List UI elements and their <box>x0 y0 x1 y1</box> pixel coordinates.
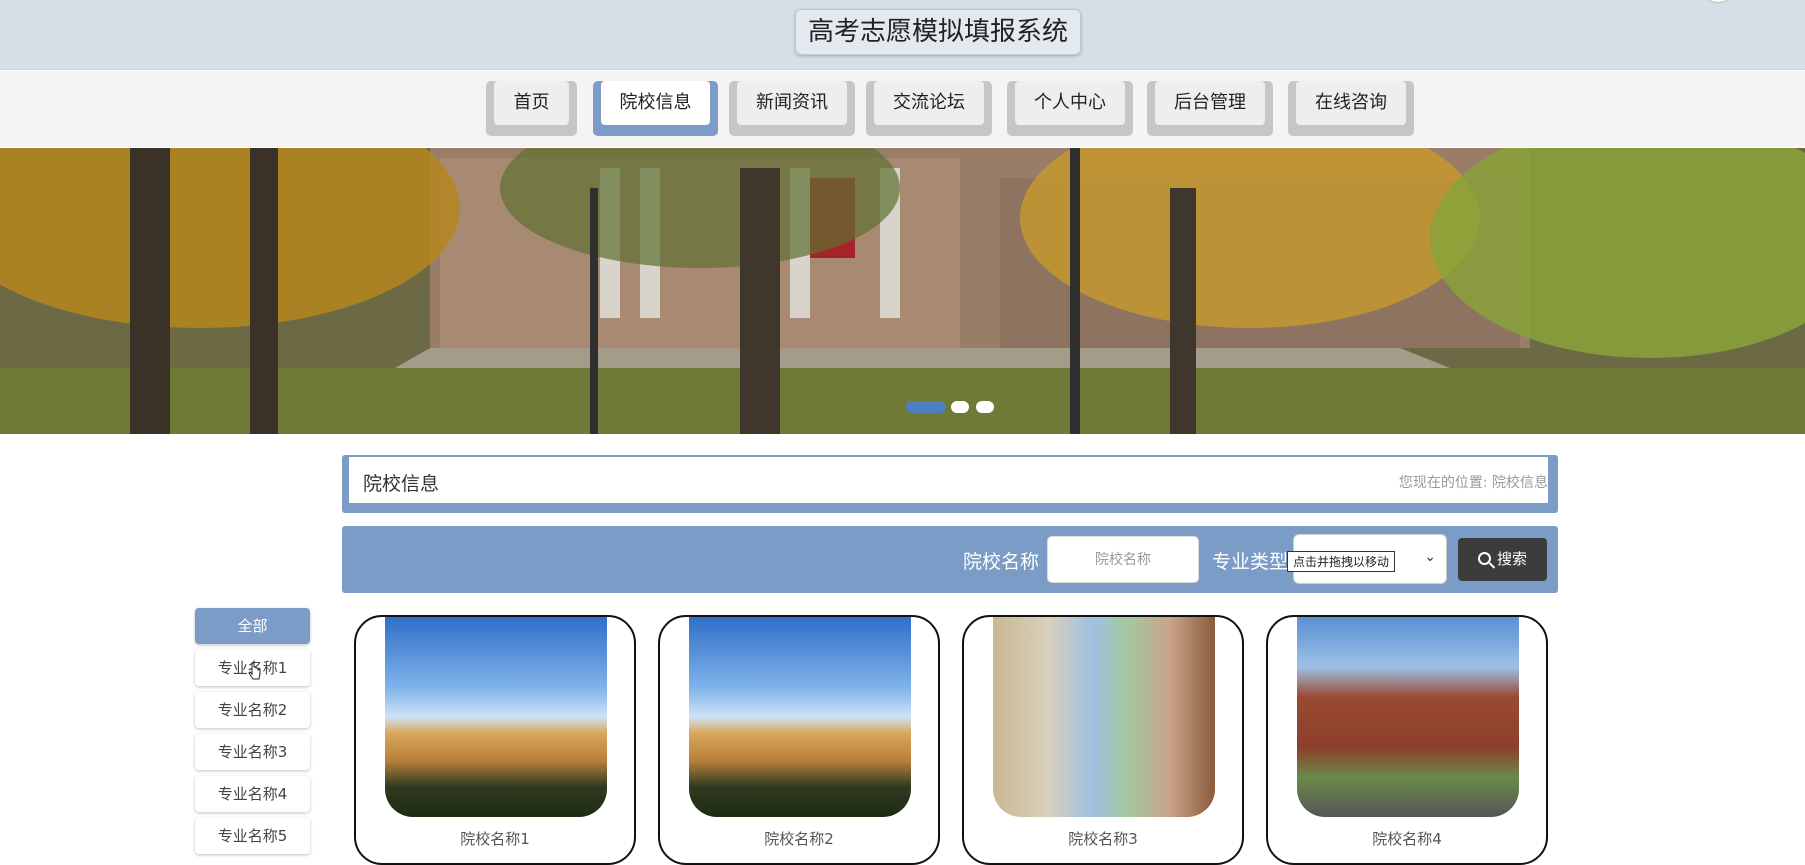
school-photo <box>1297 617 1519 817</box>
category-item[interactable]: 专业名称3 <box>195 734 310 770</box>
nav-item-admin[interactable]: 后台管理 <box>1147 81 1273 136</box>
carousel-dot[interactable] <box>976 401 994 413</box>
category-item[interactable]: 专业名称4 <box>195 776 310 812</box>
nav-item-label: 院校信息 <box>601 81 710 125</box>
chevron-down-icon: ⌄ <box>1424 549 1436 565</box>
breadcrumb: 您现在的位置: 院校信息 <box>1399 472 1548 492</box>
school-name: 院校名称4 <box>1372 830 1442 848</box>
category-item[interactable]: 专业名称5 <box>195 818 310 854</box>
school-card[interactable]: 院校名称4 <box>1266 615 1548 865</box>
nav-item-label: 后台管理 <box>1155 81 1265 125</box>
nav-item-news[interactable]: 新闻资讯 <box>729 81 855 136</box>
school-name: 院校名称1 <box>460 830 530 848</box>
main-nav: 首页 院校信息 新闻资讯 交流论坛 个人中心 后台管理 在线咨询 <box>0 71 1805 147</box>
page-title-bar: 院校信息 您现在的位置: 院校信息 <box>342 455 1558 513</box>
nav-item-profile[interactable]: 个人中心 <box>1007 81 1133 136</box>
site-title: 高考志愿模拟填报系统 <box>795 9 1082 55</box>
school-photo <box>385 617 607 817</box>
banner-image <box>0 148 1805 434</box>
school-name-label: 院校名称 <box>963 551 1040 573</box>
school-card[interactable]: 院校名称3 <box>962 615 1244 865</box>
school-card[interactable]: 院校名称1 <box>354 615 636 865</box>
nav-item-label: 首页 <box>494 81 569 125</box>
user-avatar[interactable] <box>1698 0 1738 3</box>
nav-item-forum[interactable]: 交流论坛 <box>866 81 992 136</box>
breadcrumb-current[interactable]: 院校信息 <box>1492 475 1548 491</box>
drag-tooltip: 点击并拖拽以移动 <box>1287 551 1396 572</box>
nav-item-label: 在线咨询 <box>1296 81 1406 125</box>
nav-item-label: 交流论坛 <box>874 81 984 125</box>
school-name: 院校名称2 <box>764 830 834 848</box>
nav-item-label: 个人中心 <box>1015 81 1125 125</box>
search-button[interactable]: 搜索 <box>1458 538 1547 581</box>
breadcrumb-prefix: 您现在的位置: <box>1398 475 1488 491</box>
school-name-input[interactable] <box>1047 536 1199 583</box>
carousel-dot[interactable] <box>951 401 969 413</box>
school-photo <box>993 617 1215 817</box>
carousel-dot[interactable] <box>906 401 946 413</box>
nav-item-schools[interactable]: 院校信息 <box>593 81 718 136</box>
page-title: 院校信息 <box>363 473 440 495</box>
category-item-all[interactable]: 全部 <box>195 608 310 644</box>
category-item[interactable]: 专业名称2 <box>195 692 310 728</box>
school-photo <box>689 617 911 817</box>
banner-carousel[interactable] <box>0 148 1805 434</box>
mouse-cursor-icon <box>248 662 261 680</box>
nav-item-home[interactable]: 首页 <box>486 81 577 136</box>
search-button-label: 搜索 <box>1496 550 1527 568</box>
school-name: 院校名称3 <box>1068 830 1138 848</box>
nav-item-label: 新闻资讯 <box>737 81 847 125</box>
search-icon <box>1477 552 1491 565</box>
site-header: 高考志愿模拟填报系统 <box>0 0 1805 70</box>
nav-item-consult[interactable]: 在线咨询 <box>1288 81 1414 136</box>
school-card[interactable]: 院校名称2 <box>658 615 940 865</box>
major-type-label: 专业类型 <box>1212 551 1289 573</box>
